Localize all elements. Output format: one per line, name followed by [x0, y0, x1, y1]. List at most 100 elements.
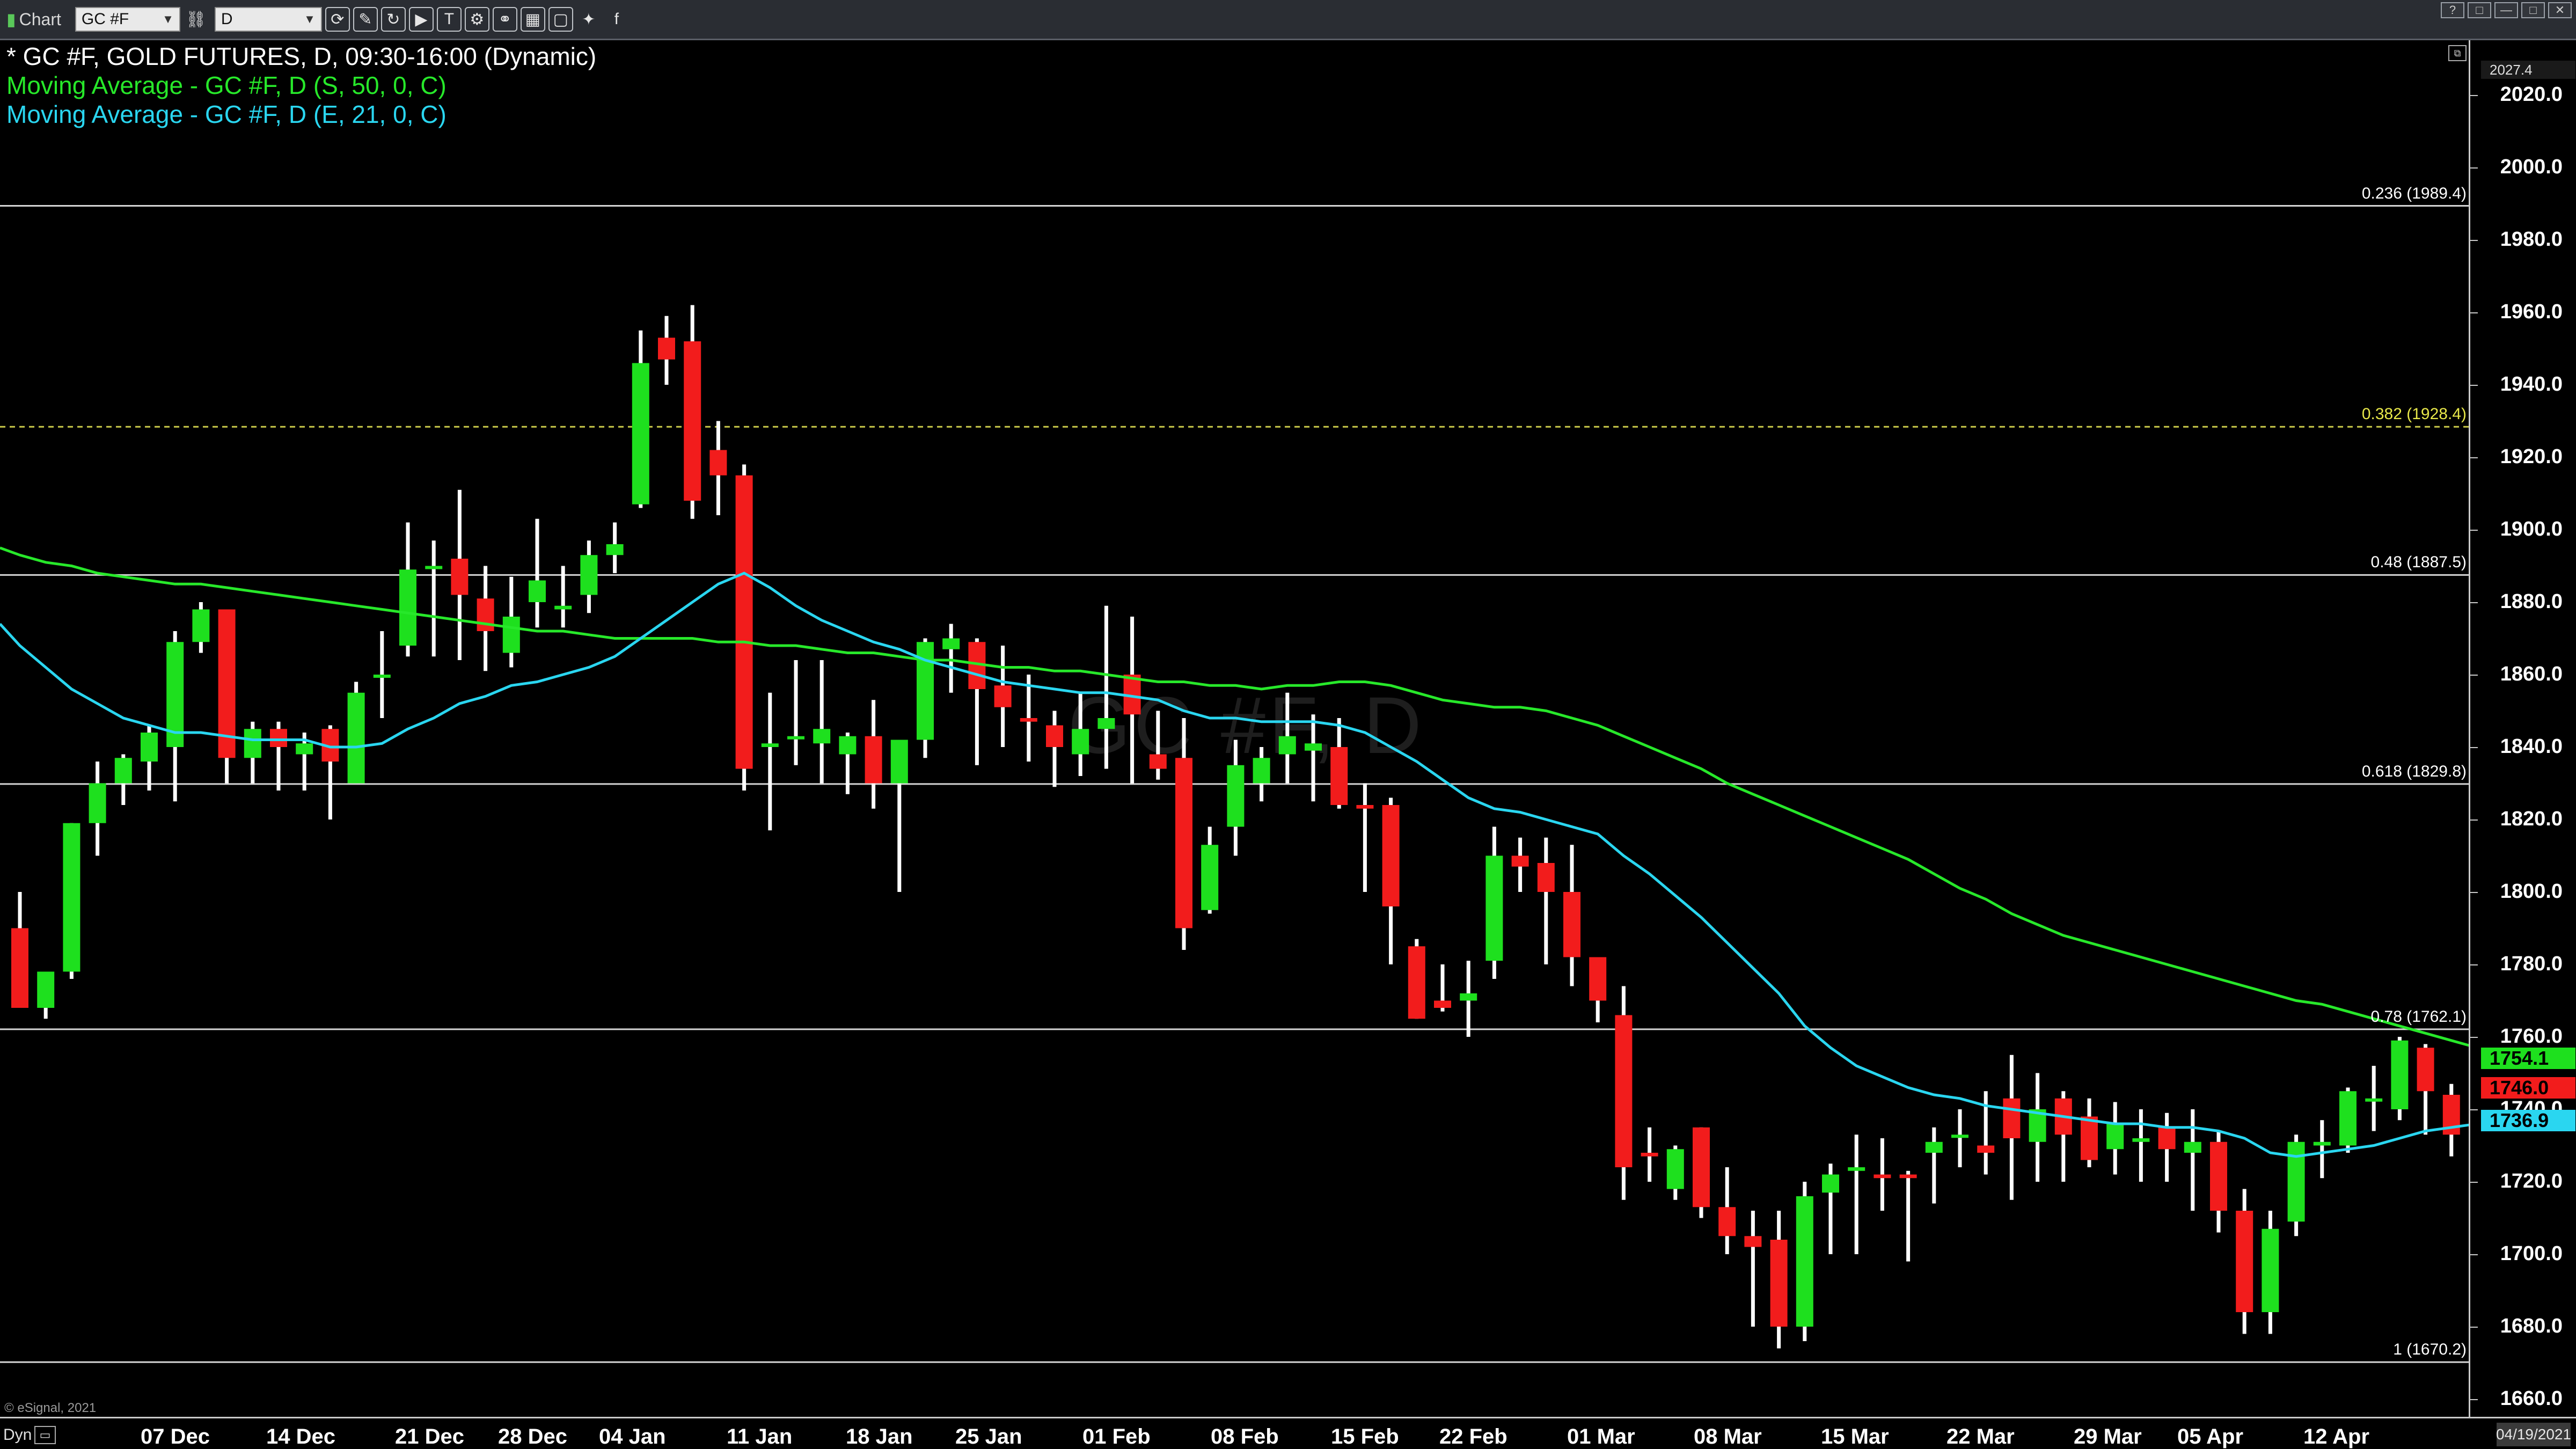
price-tick-mark	[2470, 240, 2478, 241]
chart-tab[interactable]: ▮ Chart	[0, 0, 69, 39]
candle-down	[1537, 863, 1555, 892]
restore-button[interactable]: □	[2468, 2, 2491, 18]
link-chain-icon[interactable]: ⛓	[184, 7, 208, 32]
interval-input[interactable]: D ▼	[214, 7, 322, 32]
candle-up	[942, 638, 960, 649]
candle-up	[632, 363, 649, 504]
chevron-down-icon[interactable]: ▼	[304, 12, 316, 26]
facebook-icon[interactable]: f	[604, 7, 629, 32]
candle-up	[787, 736, 804, 740]
candle-down	[994, 685, 1012, 707]
candle-down	[1175, 758, 1192, 928]
candle-up	[399, 569, 416, 646]
candle-up	[529, 580, 546, 602]
price-tick-mark	[2470, 964, 2478, 965]
dyn-toggle-button[interactable]: ▭	[34, 1426, 56, 1444]
chat-icon[interactable]: ▢	[548, 7, 573, 32]
candle-up	[1796, 1196, 1813, 1327]
refresh-icon[interactable]: ⟳	[325, 7, 350, 32]
price-tick-label: 1700.0	[2500, 1242, 2563, 1265]
candle-up	[1666, 1149, 1684, 1189]
maximize-button[interactable]: □	[2521, 2, 2545, 18]
close-button[interactable]: ✕	[2548, 2, 2572, 18]
window-controls: ? □ — □ ✕	[2438, 2, 2572, 18]
candle-down	[11, 928, 28, 1008]
panel-toggle-icon[interactable]: ⧉	[2448, 45, 2467, 61]
date-tick-label: 15 Feb	[1331, 1425, 1399, 1448]
candle-up	[554, 605, 572, 610]
fib-level-label: 0.48 (1887.5)	[2370, 553, 2467, 572]
date-tick-label: 08 Mar	[1694, 1425, 1762, 1448]
candle-up	[2132, 1138, 2150, 1142]
date-axis[interactable]: Dyn ▭ 04/19/2021 07 Dec 14 Dec 21 Dec 28 De…	[0, 1417, 2576, 1449]
price-tick-mark	[2470, 1327, 2478, 1328]
candle-down	[1693, 1127, 1710, 1208]
candle-down	[1330, 747, 1348, 805]
candle-up	[192, 609, 210, 642]
symbol-input[interactable]: GC #F ▼	[75, 7, 180, 32]
candle-down	[1615, 1015, 1633, 1167]
fib-level-label: 0.78 (1762.1)	[2370, 1007, 2467, 1026]
candle-down	[1744, 1236, 1762, 1247]
date-stamp: 04/19/2021	[2496, 1423, 2571, 1446]
adjust-icon[interactable]: ⚙	[464, 7, 489, 32]
price-tick-label: 1940.0	[2500, 373, 2563, 396]
candle-down	[1977, 1145, 1995, 1153]
fib-level-label: 0.236 (1989.4)	[2361, 184, 2467, 202]
candle-down	[2003, 1098, 2021, 1138]
fib-level-label: 1 (1670.2)	[2393, 1341, 2467, 1359]
date-tick-label: 01 Mar	[1567, 1425, 1635, 1448]
twitter-icon[interactable]: ✦	[576, 7, 601, 32]
fib-level-label: 0.618 (1829.8)	[2361, 762, 2467, 780]
minimize-button[interactable]: —	[2494, 2, 2518, 18]
price-chart[interactable]	[0, 40, 2469, 1417]
price-tick-label: 2000.0	[2500, 156, 2563, 178]
date-tick-label: 25 Jan	[955, 1425, 1022, 1448]
legend-main: * GC #F, GOLD FUTURES, D, 09:30-16:00 (D…	[6, 42, 597, 70]
candle-down	[865, 736, 882, 784]
candle-down	[1356, 805, 1374, 809]
candle-down	[1020, 718, 1037, 722]
candle-down	[270, 729, 287, 747]
date-tick-label: 29 Mar	[2074, 1425, 2142, 1448]
date-tick-label: 11 Jan	[727, 1425, 793, 1448]
candle-up	[606, 544, 624, 555]
date-tick-label: 28 Dec	[498, 1425, 567, 1448]
candle-up	[63, 823, 80, 972]
price-tick-mark	[2470, 95, 2478, 96]
price-tick-mark	[2470, 747, 2478, 748]
link-icon[interactable]: ⚭	[492, 7, 517, 32]
play-icon[interactable]: ▶	[408, 7, 434, 32]
date-tick-label: 14 Dec	[266, 1425, 335, 1448]
price-tick-mark	[2470, 602, 2478, 603]
candle-down	[735, 475, 753, 769]
candle-up	[347, 692, 365, 784]
date-tick-label: 12 Apr	[2303, 1425, 2370, 1448]
candle-up	[1278, 736, 1296, 755]
text-tool-icon[interactable]: T	[436, 7, 462, 32]
price-tick-label: 1960.0	[2500, 301, 2563, 323]
candle-up	[890, 740, 908, 784]
candle-up	[813, 729, 831, 744]
pencil-icon[interactable]: ✎	[353, 7, 378, 32]
candle-down	[1563, 892, 1580, 957]
candle-up	[373, 675, 391, 678]
chart-logo-icon: ▮	[6, 10, 16, 29]
chart-tab-label: Chart	[19, 9, 61, 29]
layout-icon[interactable]: ▦	[520, 7, 545, 32]
help-button[interactable]: ?	[2441, 2, 2464, 18]
candle-up	[1951, 1135, 1968, 1138]
price-axis[interactable]: 2027.4 2020.0 2000.0 1980.0 1960.0 1940.0 192…	[2469, 40, 2576, 1441]
cycle-icon[interactable]: ↻	[380, 7, 406, 32]
chevron-down-icon[interactable]: ▼	[162, 12, 174, 26]
candle-up	[839, 736, 857, 755]
candle-up	[296, 743, 313, 755]
candle-down	[658, 338, 675, 360]
toolbar: ▮ Chart GC #F ▼ ⛓ D ▼ ⟳ ✎ ↻ ▶ T ⚙ ⚭ ▦ ▢ …	[0, 0, 2576, 40]
price-tick-label: 1860.0	[2500, 663, 2563, 685]
candle-up	[2391, 1040, 2409, 1109]
candle-down	[1641, 1153, 1658, 1157]
price-tick-mark	[2470, 1182, 2478, 1183]
interval-value: D	[221, 10, 233, 28]
chart-window: ▮ Chart GC #F ▼ ⛓ D ▼ ⟳ ✎ ↻ ▶ T ⚙ ⚭ ▦ ▢ …	[0, 0, 2576, 1449]
